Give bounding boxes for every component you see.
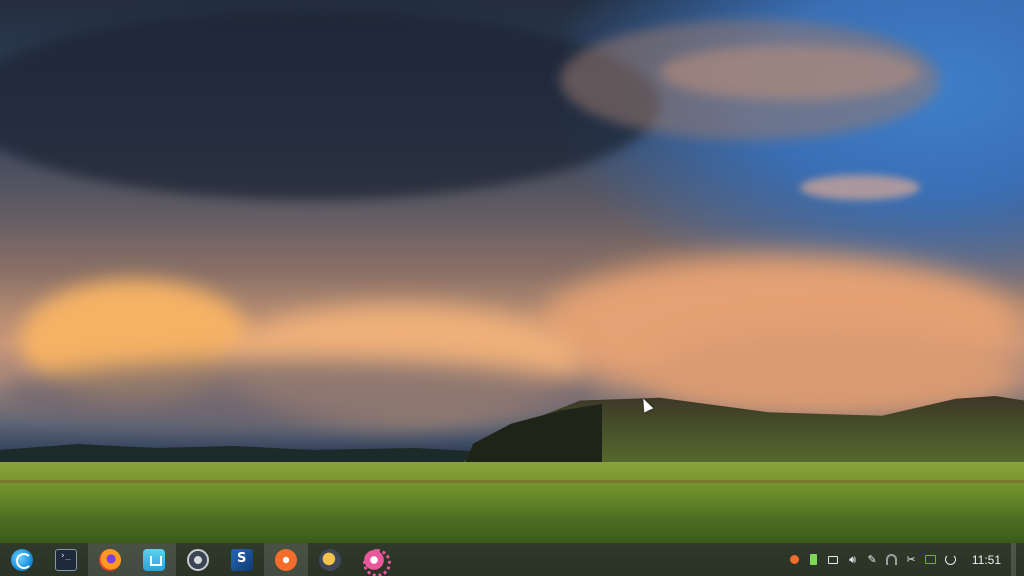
system-tray: 🔊︎ ✎ ✂ 11:51 — [784, 543, 1024, 576]
origin-icon — [275, 548, 297, 571]
desktop-wallpaper — [0, 0, 1024, 543]
steam-icon — [187, 548, 209, 571]
wifi-icon[interactable] — [882, 543, 902, 576]
app-store-button[interactable] — [132, 543, 176, 576]
origin-tray-icon[interactable] — [784, 543, 804, 576]
terminal-icon — [55, 548, 77, 571]
battery-icon[interactable] — [804, 543, 824, 576]
ide-icon — [231, 548, 253, 571]
terminal-button[interactable] — [44, 543, 88, 576]
firefox-button[interactable] — [88, 543, 132, 576]
clock[interactable]: 11:51 — [972, 553, 1001, 567]
app-store-icon — [143, 548, 165, 571]
dark-cloud-bank — [0, 10, 660, 200]
small-cloud — [800, 175, 920, 200]
deepin-launcher-icon — [11, 548, 33, 571]
settings-icon — [363, 548, 385, 571]
fox-app-button[interactable] — [308, 543, 352, 576]
power-icon[interactable] — [940, 543, 960, 576]
dock-apps — [0, 543, 396, 576]
origin-button[interactable] — [264, 543, 308, 576]
mid-cloud — [560, 20, 940, 140]
notification-icon[interactable] — [823, 543, 843, 576]
firefox-icon — [99, 548, 121, 571]
settings-button[interactable] — [352, 543, 396, 576]
launcher-button[interactable] — [0, 543, 44, 576]
nvidia-icon[interactable] — [921, 543, 941, 576]
grass-field — [0, 462, 1024, 543]
volume-icon[interactable]: 🔊︎ — [843, 543, 863, 576]
fox-app-icon — [319, 548, 341, 571]
show-desktop-button[interactable] — [1011, 543, 1016, 576]
low-grey-cloud — [0, 360, 600, 430]
steam-button[interactable] — [176, 543, 220, 576]
screenshot-icon[interactable]: ✂ — [901, 543, 921, 576]
taskbar: 🔊︎ ✎ ✂ 11:51 — [0, 543, 1024, 576]
ide-button[interactable] — [220, 543, 264, 576]
pen-icon[interactable]: ✎ — [862, 543, 882, 576]
